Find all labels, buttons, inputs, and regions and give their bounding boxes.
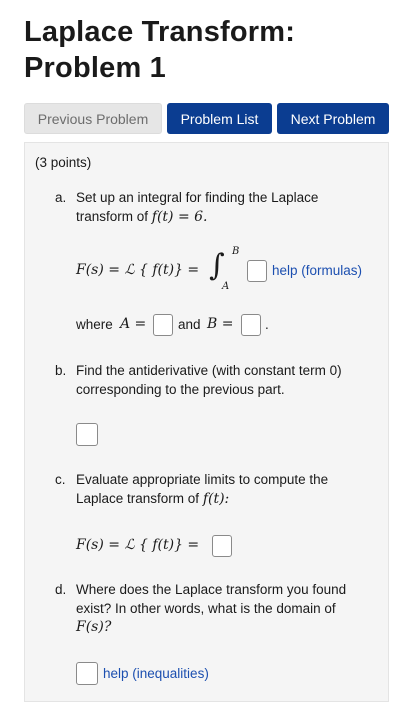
page-title-line1: Laplace Transform: [24, 16, 296, 48]
part-d-marker: d. [55, 582, 67, 597]
help-formulas-link[interactable]: help (formulas) [272, 261, 362, 280]
upper-limit-input[interactable] [241, 314, 261, 336]
where-period: . [265, 317, 269, 332]
part-a-equation-lhs: F(s) = ℒ { f(t)} = [76, 262, 200, 278]
part-a-line2-text: transform of [76, 209, 152, 224]
previous-problem-button[interactable]: Previous Problem [24, 103, 162, 134]
part-a-line2: transform of f(t) = 6. [76, 207, 208, 227]
integral-upper-limit: B [232, 246, 240, 257]
page-title-line2: Problem 1 [24, 52, 167, 84]
points-label: (3 points) [35, 155, 92, 170]
part-a-function: f(t) = 6. [151, 209, 208, 225]
problem-panel: (3 points) a. Set up an integral for fin… [24, 142, 389, 702]
problem-list-button[interactable]: Problem List [167, 103, 272, 134]
and-text: and [178, 317, 201, 332]
part-c-function: f(t): [202, 491, 230, 507]
part-c-marker: c. [55, 472, 66, 487]
next-problem-button[interactable]: Next Problem [277, 103, 389, 134]
part-d-line2: exist? In other words, what is the domai… [76, 601, 336, 616]
part-b-line1: Find the antiderivative (with constant t… [76, 363, 342, 378]
where-text: where [76, 317, 113, 332]
integral-lower-limit: A [222, 281, 230, 292]
part-d-line1: Where does the Laplace transform you fou… [76, 582, 347, 597]
part-b-line2: corresponding to the previous part. [76, 382, 285, 397]
antiderivative-input[interactable] [76, 423, 98, 446]
where-b-label: B = [207, 316, 234, 332]
part-c-equation-lhs: F(s) = ℒ { f(t)} = [76, 537, 200, 553]
part-a-marker: a. [55, 190, 67, 205]
laplace-result-input[interactable] [212, 535, 232, 557]
integrand-input[interactable] [247, 260, 267, 282]
help-inequalities-link[interactable]: help (inequalities) [103, 664, 209, 683]
domain-input[interactable] [76, 662, 98, 685]
lower-limit-input[interactable] [153, 314, 173, 336]
page-title: Laplace Transform: Problem 1 [24, 14, 295, 86]
part-c-line2: Laplace transform of f(t): [76, 489, 229, 509]
part-d-line3: F(s)? [76, 619, 112, 635]
part-c-line1: Evaluate appropriate limits to compute t… [76, 472, 329, 487]
where-a-label: A = [120, 316, 147, 332]
part-c-line2-text: Laplace transform of [76, 491, 203, 506]
part-a-line1: Set up an integral for finding the Lapla… [76, 190, 319, 205]
integral-sign: ∫ [209, 248, 225, 283]
part-b-marker: b. [55, 363, 67, 378]
